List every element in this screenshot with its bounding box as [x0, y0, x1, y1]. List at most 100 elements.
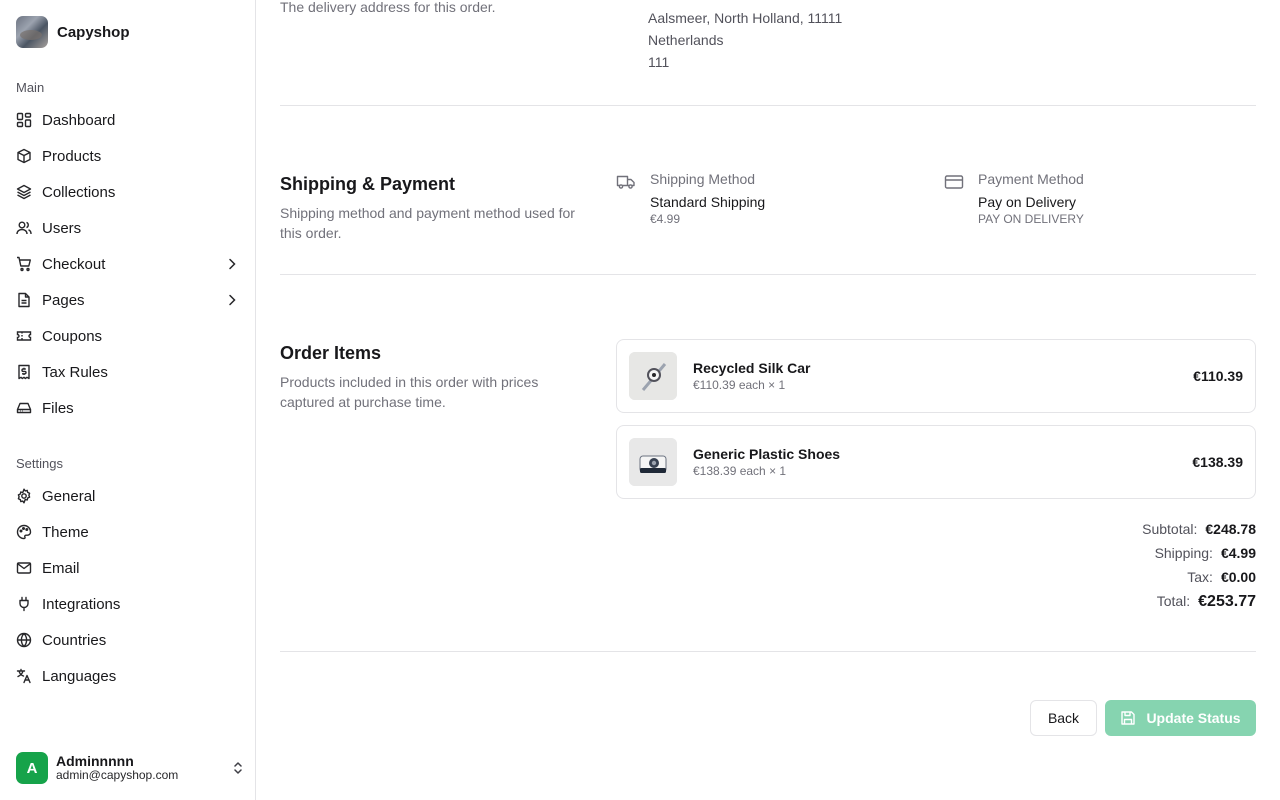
address-line: asdasd [648, 0, 693, 1]
divider [280, 105, 1256, 106]
shipping-method: Shipping Method Standard Shipping €4.99 [616, 171, 765, 226]
sidebar-item-label: Pages [42, 291, 85, 309]
plug-icon [16, 596, 32, 612]
product-thumbnail [629, 352, 677, 400]
shipping-label: Shipping: [1154, 545, 1213, 561]
sidebar-item-label: Products [42, 147, 102, 165]
address-line: 111 [648, 54, 670, 70]
subtotal-row: Subtotal: €248.78 [956, 521, 1256, 545]
user-email: admin@capyshop.com [56, 768, 179, 783]
sidebar-item-label: Collections [42, 183, 116, 201]
gear-icon [16, 488, 32, 504]
line-total: €110.39 [1193, 368, 1243, 384]
drive-icon [16, 400, 32, 416]
address-line: Netherlands [648, 32, 724, 48]
brand[interactable]: Capyshop [16, 16, 130, 48]
sidebar-item-label: Users [42, 219, 82, 237]
payment-method-text: Payment Method Pay on Delivery PAY ON DE… [978, 171, 1084, 226]
sidebar-item-label: Dashboard [42, 111, 116, 129]
ticket-icon [16, 328, 32, 344]
sidebar-item-label: Languages [42, 667, 117, 685]
back-button[interactable]: Back [1030, 700, 1097, 736]
shipping-value: €4.99 [1220, 545, 1256, 561]
payment-method-label: Payment Method [978, 171, 1084, 187]
sidebar-item-label: Checkout [42, 255, 106, 273]
tax-label: Tax: [1187, 569, 1213, 585]
shipping-row: Shipping: €4.99 [956, 545, 1256, 569]
sidebar-item-users[interactable]: Users [8, 210, 248, 246]
sidebar-item-products[interactable]: Products [8, 138, 248, 174]
product-unit-price: €138.39 each × 1 [693, 464, 787, 478]
sidebar-item-countries[interactable]: Countries [8, 622, 248, 658]
section-desc: Products included in this order with pri… [280, 374, 539, 410]
shipping-payment-header: Shipping & Payment Shipping method and p… [280, 174, 580, 243]
section-title: Order Items [280, 343, 382, 363]
update-status-button[interactable]: Update Status [1105, 700, 1256, 736]
payment-method-code: PAY ON DELIVERY [978, 212, 1084, 226]
sidebar-item-label: Tax Rules [42, 363, 108, 381]
brand-name: Capyshop [57, 23, 130, 41]
order-item: Generic Plastic Shoes €138.39 each × 1 €… [616, 425, 1256, 499]
product-unit-price: €110.39 each × 1 [693, 378, 786, 392]
total-label: Total: [1156, 593, 1191, 609]
shipping-method-label: Shipping Method [650, 171, 756, 187]
box-icon [16, 148, 32, 164]
tax-row: Tax: €0.00 [956, 569, 1256, 593]
subtotal-label: Subtotal: [1142, 521, 1198, 537]
truck-icon [616, 172, 636, 192]
user-menu[interactable]: A Adminnnnn admin@capyshop.com [16, 752, 246, 784]
section-title: Shipping & Payment [280, 174, 456, 194]
product-name: Recycled Silk Car [693, 360, 811, 376]
payment-method-value: Pay on Delivery [978, 194, 1077, 210]
receipt-icon [16, 364, 32, 380]
sidebar-item-checkout[interactable]: Checkout [8, 246, 248, 282]
sidebar-item-label: Countries [42, 631, 107, 649]
sidebar-item-integrations[interactable]: Integrations [8, 586, 248, 622]
sidebar-item-label: Email [42, 559, 80, 577]
sidebar-item-files[interactable]: Files [8, 390, 248, 426]
section-desc: Shipping method and payment method used … [280, 205, 575, 241]
sidebar-item-pages[interactable]: Pages [8, 282, 248, 318]
sidebar-item-coupons[interactable]: Coupons [8, 318, 248, 354]
settings-group-label: Settings [16, 456, 63, 471]
order-item: Recycled Silk Car €110.39 each × 1 €110.… [616, 339, 1256, 413]
main-content: The delivery address for this order. asd… [280, 0, 1256, 800]
sidebar-item-label: Integrations [42, 595, 121, 613]
product-thumbnail [629, 438, 677, 486]
sidebar-item-general[interactable]: General [8, 478, 248, 514]
mail-icon [16, 560, 32, 576]
address-line: Aalsmeer, North Holland, 11111 [648, 10, 843, 26]
chevron-right-icon [224, 256, 240, 272]
shipping-method-price: €4.99 [650, 212, 681, 226]
main-group-label: Main [16, 80, 45, 95]
sidebar-item-label: Coupons [42, 327, 103, 345]
user-name: Adminnnnn [56, 753, 134, 770]
tax-value: €0.00 [1220, 569, 1256, 585]
globe-icon [16, 632, 32, 648]
cart-icon [16, 256, 32, 272]
brand-logo [16, 16, 48, 48]
sidebar-item-dashboard[interactable]: Dashboard [8, 102, 248, 138]
save-icon [1120, 710, 1136, 726]
order-item-text: Recycled Silk Car €110.39 each × 1 [693, 360, 1177, 392]
subtotal-value: €248.78 [1205, 521, 1256, 537]
address-section-desc: The delivery address for this order. [280, 0, 496, 15]
palette-icon [16, 524, 32, 540]
translate-icon [16, 668, 32, 684]
sidebar-item-tax-rules[interactable]: Tax Rules [8, 354, 248, 390]
shipping-method-text: Shipping Method Standard Shipping €4.99 [650, 171, 765, 226]
sidebar-item-email[interactable]: Email [8, 550, 248, 586]
sidebar-item-label: Files [42, 399, 74, 417]
chevrons-up-down-icon [230, 760, 246, 776]
divider [280, 651, 1256, 652]
sidebar-item-theme[interactable]: Theme [8, 514, 248, 550]
total-row: Total: €253.77 [956, 593, 1256, 621]
sidebar-item-label: Theme [42, 523, 89, 541]
shipping-method-value: Standard Shipping [650, 194, 766, 210]
main-nav: Dashboard Products Collections Users Che… [8, 102, 248, 426]
sidebar-item-collections[interactable]: Collections [8, 174, 248, 210]
payment-method: Payment Method Pay on Delivery PAY ON DE… [944, 171, 1084, 226]
order-items-header: Order Items Products included in this or… [280, 343, 580, 412]
sidebar-item-languages[interactable]: Languages [8, 658, 248, 694]
divider [280, 274, 1256, 275]
